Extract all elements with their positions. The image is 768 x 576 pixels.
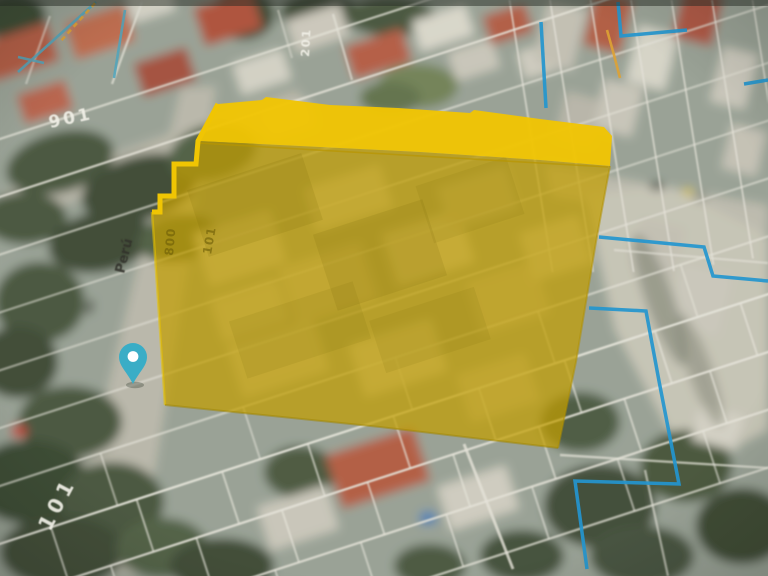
- pin-shadow: [126, 381, 144, 389]
- zoning-volume[interactable]: [150, 97, 612, 449]
- pin-dot: [127, 351, 139, 362]
- parcel-label-201: 201: [298, 28, 313, 57]
- map-scene: Perú 800 101 901 201 101: [0, 0, 768, 576]
- under-volume-label-left: 800: [162, 227, 178, 256]
- map-3d-viewport[interactable]: Perú 800 101 901 201 101: [0, 0, 768, 576]
